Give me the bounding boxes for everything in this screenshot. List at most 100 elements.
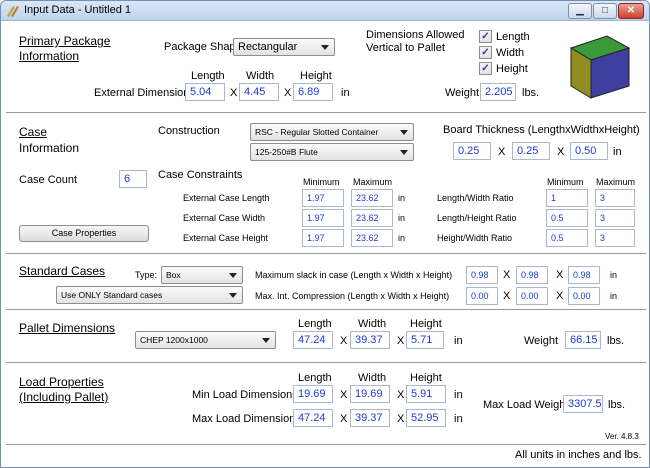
slack-length-input[interactable]: 0.98	[466, 266, 498, 284]
pallet-height-input[interactable]: 5.71	[406, 331, 444, 349]
construction-label: Construction	[158, 125, 220, 137]
title-bar[interactable]: Input Data - Untitled 1 ▁ □ ✕	[1, 1, 649, 21]
slack-unit: in	[610, 270, 618, 280]
slack-width-input[interactable]: 0.98	[516, 266, 548, 284]
length-checkbox[interactable]: ✓	[479, 30, 492, 43]
primary-width-input[interactable]: 4.45	[239, 83, 279, 101]
case-properties-button[interactable]: Case Properties	[19, 225, 149, 242]
pallet-col-width: Width	[358, 318, 387, 330]
pallet-unit: in	[454, 335, 463, 347]
pallet-type-value: CHEP 1200x1000	[140, 335, 208, 345]
min-load-width-input[interactable]: 19.69	[350, 385, 390, 403]
flute-select[interactable]: 125-250#B Flute	[250, 143, 414, 161]
pallet-weight-label: Weight	[524, 335, 559, 347]
ext-case-length-min[interactable]: 1.97	[302, 189, 344, 207]
pallet-width-input[interactable]: 39.37	[350, 331, 390, 349]
compression-height-input[interactable]: 0.00	[568, 287, 600, 305]
ext-case-height-max[interactable]: 23.62	[351, 229, 393, 247]
max-slack-label: Maximum slack in case (Length x Width x …	[255, 270, 453, 280]
max-load-weight-label: Max Load Weight	[483, 399, 569, 411]
board-height-input[interactable]: 0.50	[570, 142, 608, 160]
unit-in: in	[398, 213, 406, 223]
min-load-height-input[interactable]: 5.91	[406, 385, 446, 403]
max-load-height-input[interactable]: 52.95	[406, 409, 446, 427]
compression-unit: in	[610, 291, 618, 301]
min-load-length-input[interactable]: 19.69	[293, 385, 333, 403]
close-button[interactable]: ✕	[618, 3, 644, 19]
chevron-down-icon	[400, 130, 408, 135]
case-count-label: Case Count	[19, 174, 78, 186]
x-separator: X	[230, 87, 238, 99]
type-select[interactable]: Box	[161, 266, 243, 284]
pallet-type-select[interactable]: CHEP 1200x1000	[135, 331, 276, 349]
ext-case-width-max[interactable]: 23.62	[351, 209, 393, 227]
lh-ratio-max[interactable]: 3	[595, 209, 635, 227]
ext-case-width-min[interactable]: 1.97	[302, 209, 344, 227]
lh-ratio-min[interactable]: 0.5	[546, 209, 588, 227]
pallet-title: Pallet Dimensions	[19, 321, 116, 335]
max-load-length-input[interactable]: 47.24	[293, 409, 333, 427]
x-separator: X	[503, 269, 511, 281]
lh-ratio-label: Length/Height Ratio	[437, 213, 517, 223]
height-checkbox-label: Height	[496, 63, 528, 75]
slack-height-input[interactable]: 0.98	[568, 266, 600, 284]
lw-ratio-label: Length/Width Ratio	[437, 193, 514, 203]
x-separator: X	[340, 335, 348, 347]
lw-ratio-min[interactable]: 1	[546, 189, 588, 207]
ext-case-height-min[interactable]: 1.97	[302, 229, 344, 247]
chevron-down-icon	[321, 45, 329, 50]
hw-ratio-max[interactable]: 3	[595, 229, 635, 247]
divider	[6, 112, 646, 113]
x-separator: X	[340, 389, 348, 401]
primary-weight-input[interactable]: 2.205	[480, 83, 516, 101]
x-separator: X	[556, 269, 564, 281]
board-width-input[interactable]: 0.25	[512, 142, 550, 160]
case-title-line2: Information	[19, 141, 80, 155]
flute-value: 125-250#B Flute	[255, 147, 318, 157]
height-checkbox[interactable]: ✓	[479, 62, 492, 75]
board-length-input[interactable]: 0.25	[453, 142, 491, 160]
pallet-weight-input[interactable]: 66.15	[565, 331, 601, 349]
dims-allowed-line2: Vertical to Pallet	[366, 42, 445, 54]
case-title-line1: Case	[19, 125, 48, 139]
ext-case-length-label: External Case Length	[183, 193, 270, 203]
units-note: All units in inches and lbs.	[515, 449, 642, 461]
standard-mode-select[interactable]: Use ONLY Standard cases	[56, 286, 243, 304]
minimize-button[interactable]: ▁	[568, 3, 592, 19]
pallet-col-length: Length	[298, 318, 332, 330]
lw-ratio-max[interactable]: 3	[595, 189, 635, 207]
primary-length-input[interactable]: 5.04	[185, 83, 225, 101]
max-compression-label: Max. Int. Compression (Length x Width x …	[255, 291, 450, 301]
construction-select[interactable]: RSC - Regular Slotted Container	[250, 123, 414, 141]
x-separator: X	[397, 335, 405, 347]
maximize-button[interactable]: □	[593, 3, 617, 19]
compression-width-input[interactable]: 0.00	[516, 287, 548, 305]
primary-unit: in	[341, 87, 350, 99]
ext-case-length-max[interactable]: 23.62	[351, 189, 393, 207]
x-separator: X	[498, 146, 506, 158]
primary-height-input[interactable]: 6.89	[293, 83, 333, 101]
primary-title-line1: Primary Package	[19, 34, 111, 48]
divider	[6, 362, 646, 363]
max-load-weight-input[interactable]: 3307.5	[563, 395, 603, 413]
width-checkbox[interactable]: ✓	[479, 46, 492, 59]
divider	[6, 309, 646, 310]
compression-length-input[interactable]: 0.00	[466, 287, 498, 305]
case-constraints-label: Case Constraints	[158, 169, 243, 181]
ext-case-width-label: External Case Width	[183, 213, 266, 223]
hw-ratio-min[interactable]: 0.5	[546, 229, 588, 247]
x-separator: X	[397, 413, 405, 425]
external-dimensions-label: External Dimensions	[94, 87, 195, 99]
length-checkbox-label: Length	[496, 31, 530, 43]
type-label: Type:	[135, 270, 158, 280]
package-shape-value: Rectangular	[238, 41, 298, 53]
pallet-length-input[interactable]: 47.24	[293, 331, 333, 349]
unit-in: in	[398, 193, 406, 203]
package-shape-select[interactable]: Rectangular	[233, 38, 335, 56]
ratio-col-max: Maximum	[596, 177, 636, 187]
load-col-height: Height	[410, 372, 442, 384]
board-thickness-label: Board Thickness (LengthxWidthxHeight)	[443, 124, 640, 136]
max-load-width-input[interactable]: 39.37	[350, 409, 390, 427]
case-col-max: Maximum	[353, 177, 393, 187]
case-count-input[interactable]: 6	[119, 170, 147, 188]
